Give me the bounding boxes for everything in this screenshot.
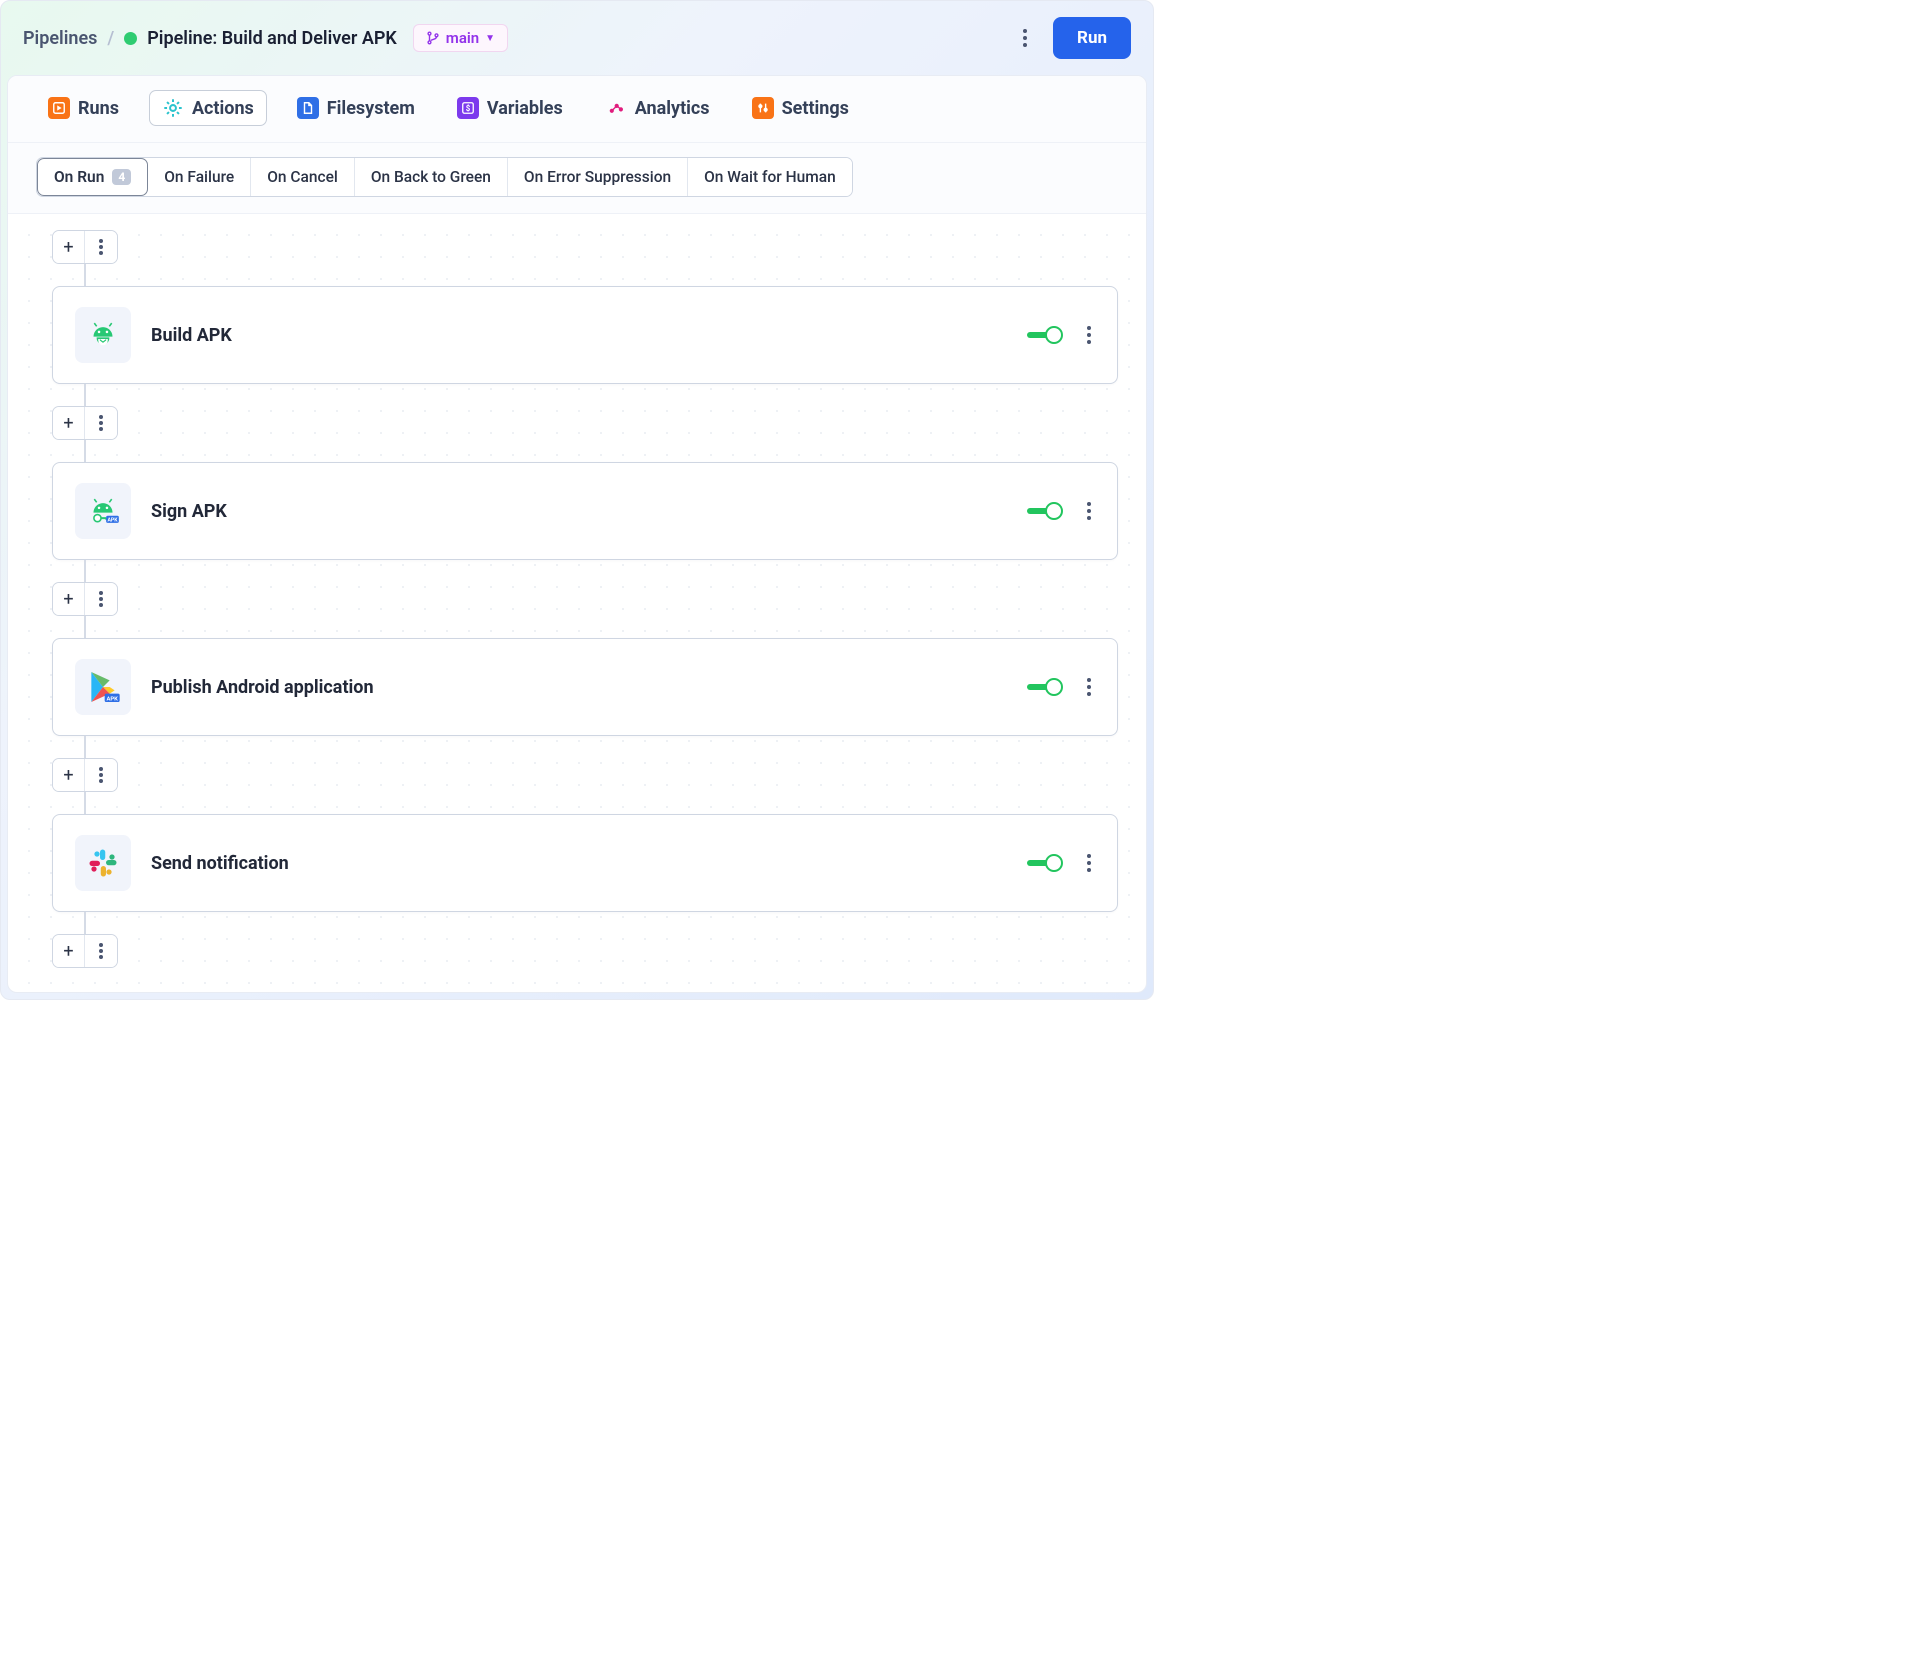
trigger-on-wait-for-human[interactable]: On Wait for Human bbox=[688, 158, 852, 196]
trigger-on-back-to-green[interactable]: On Back to Green bbox=[355, 158, 508, 196]
trigger-segmented-control: On Run 4 On Failure On Cancel On Back to… bbox=[36, 157, 853, 197]
tab-runs[interactable]: Runs bbox=[36, 91, 131, 125]
tab-settings[interactable]: Settings bbox=[740, 91, 861, 125]
add-action-menu[interactable] bbox=[85, 583, 117, 615]
topbar: Pipelines / Pipeline: Build and Deliver … bbox=[1, 1, 1153, 75]
actions-icon bbox=[162, 97, 184, 119]
tab-label: Analytics bbox=[635, 98, 710, 119]
add-action-button[interactable]: + bbox=[53, 407, 85, 439]
action-title: Sign APK bbox=[151, 501, 1007, 522]
kebab-icon bbox=[95, 591, 107, 607]
filesystem-icon bbox=[297, 97, 319, 119]
tab-analytics[interactable]: Analytics bbox=[593, 91, 722, 125]
action-toggle[interactable] bbox=[1027, 854, 1063, 872]
connector-line bbox=[84, 912, 86, 934]
add-action-button[interactable]: + bbox=[53, 231, 85, 263]
action-menu[interactable] bbox=[1083, 326, 1095, 344]
actions-canvas: ☰ + bbox=[8, 214, 1146, 992]
settings-icon bbox=[752, 97, 774, 119]
add-action-control: + bbox=[52, 406, 118, 440]
trigger-on-cancel[interactable]: On Cancel bbox=[251, 158, 355, 196]
connector-line bbox=[84, 560, 86, 582]
tab-variables[interactable]: $ Variables bbox=[445, 91, 575, 125]
kebab-icon bbox=[1019, 29, 1031, 47]
action-toggle[interactable] bbox=[1027, 326, 1063, 344]
tab-label: Filesystem bbox=[327, 98, 415, 119]
breadcrumb-root[interactable]: Pipelines bbox=[23, 28, 97, 49]
action-card-publish-android[interactable]: APK Publish Android application bbox=[52, 638, 1118, 736]
tabs-bar: Runs Actions Filesystem $ bbox=[8, 76, 1146, 143]
add-action-menu[interactable] bbox=[85, 407, 117, 439]
kebab-icon bbox=[95, 943, 107, 959]
svg-text:APK: APK bbox=[107, 517, 118, 523]
actions-rail: + bbox=[52, 230, 1118, 968]
run-button[interactable]: Run bbox=[1053, 17, 1131, 59]
kebab-icon bbox=[95, 767, 107, 783]
trigger-count-badge: 4 bbox=[112, 169, 131, 185]
action-title: Publish Android application bbox=[151, 677, 1007, 698]
tab-label: Variables bbox=[487, 98, 563, 119]
add-action-button[interactable]: + bbox=[53, 935, 85, 967]
trigger-on-failure[interactable]: On Failure bbox=[148, 158, 251, 196]
branch-name: main bbox=[446, 29, 479, 47]
tab-label: Settings bbox=[782, 98, 849, 119]
main-panel: Runs Actions Filesystem $ bbox=[7, 75, 1147, 993]
tab-actions[interactable]: Actions bbox=[149, 90, 267, 126]
kebab-icon bbox=[95, 239, 107, 255]
action-menu[interactable] bbox=[1083, 502, 1095, 520]
tab-label: Actions bbox=[192, 98, 254, 119]
trigger-on-run[interactable]: On Run 4 bbox=[37, 158, 148, 196]
trigger-bar: On Run 4 On Failure On Cancel On Back to… bbox=[8, 143, 1146, 214]
add-action-menu[interactable] bbox=[85, 231, 117, 263]
add-action-menu[interactable] bbox=[85, 935, 117, 967]
slack-icon bbox=[75, 835, 131, 891]
connector-line bbox=[84, 792, 86, 814]
add-action-control: + bbox=[52, 758, 118, 792]
page-title: Pipeline: Build and Deliver APK bbox=[147, 28, 397, 49]
connector-line bbox=[84, 736, 86, 758]
action-title: Build APK bbox=[151, 325, 1007, 346]
svg-text:APK: APK bbox=[106, 696, 118, 702]
action-toggle[interactable] bbox=[1027, 678, 1063, 696]
add-action-button[interactable]: + bbox=[53, 759, 85, 791]
play-store-icon: APK bbox=[75, 659, 131, 715]
more-menu-button[interactable] bbox=[1007, 20, 1043, 56]
android-build-icon bbox=[75, 307, 131, 363]
trigger-label: On Run bbox=[54, 168, 104, 186]
branch-selector[interactable]: main ▼ bbox=[413, 24, 508, 52]
analytics-icon bbox=[605, 97, 627, 119]
action-card-build-apk[interactable]: Build APK bbox=[52, 286, 1118, 384]
connector-line bbox=[84, 264, 86, 286]
svg-text:$: $ bbox=[466, 104, 471, 113]
action-menu[interactable] bbox=[1083, 854, 1095, 872]
connector-line bbox=[84, 384, 86, 406]
connector-line bbox=[84, 440, 86, 462]
tab-filesystem[interactable]: Filesystem bbox=[285, 91, 427, 125]
tab-label: Runs bbox=[78, 98, 119, 119]
action-menu[interactable] bbox=[1083, 678, 1095, 696]
add-action-control: + bbox=[52, 934, 118, 968]
add-action-control: + bbox=[52, 582, 118, 616]
git-branch-icon bbox=[426, 31, 440, 45]
action-card-send-notification[interactable]: Send notification bbox=[52, 814, 1118, 912]
chevron-down-icon: ▼ bbox=[485, 33, 495, 44]
action-card-sign-apk[interactable]: APK Sign APK bbox=[52, 462, 1118, 560]
status-dot-icon bbox=[124, 32, 137, 45]
app-window: Pipelines / Pipeline: Build and Deliver … bbox=[0, 0, 1154, 1000]
action-title: Send notification bbox=[151, 853, 1007, 874]
trigger-on-error-suppression[interactable]: On Error Suppression bbox=[508, 158, 688, 196]
add-action-button[interactable]: + bbox=[53, 583, 85, 615]
connector-line bbox=[84, 616, 86, 638]
kebab-icon bbox=[95, 415, 107, 431]
action-toggle[interactable] bbox=[1027, 502, 1063, 520]
add-action-control: + bbox=[52, 230, 118, 264]
variables-icon: $ bbox=[457, 97, 479, 119]
android-sign-icon: APK bbox=[75, 483, 131, 539]
runs-icon bbox=[48, 97, 70, 119]
breadcrumb-separator: / bbox=[107, 28, 114, 49]
add-action-menu[interactable] bbox=[85, 759, 117, 791]
breadcrumb: Pipelines / Pipeline: Build and Deliver … bbox=[23, 24, 997, 52]
